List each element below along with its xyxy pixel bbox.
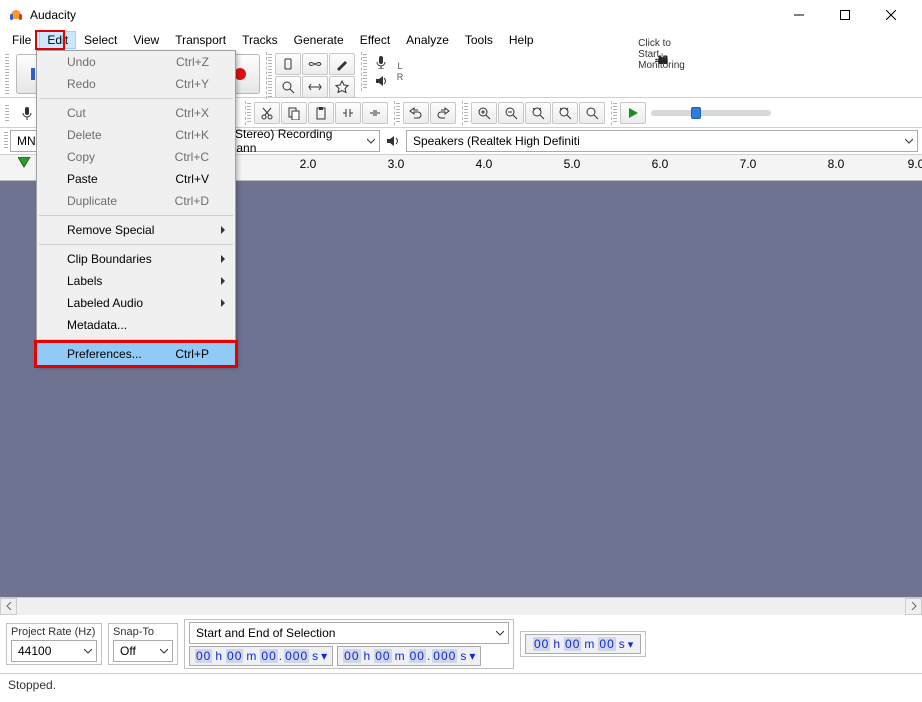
zoom-in-button[interactable]: [471, 102, 497, 124]
project-rate-combo[interactable]: 44100: [11, 640, 97, 662]
titlebar: Audacity: [0, 0, 922, 30]
menu-generate[interactable]: Generate: [286, 31, 352, 49]
timeshift-tool-button[interactable]: [302, 76, 328, 98]
play-at-speed-button[interactable]: [620, 102, 646, 124]
snap-to-combo[interactable]: Off: [113, 640, 173, 662]
fit-selection-button[interactable]: [525, 102, 551, 124]
trim-button[interactable]: [335, 102, 361, 124]
chevron-right-icon: [219, 274, 227, 288]
selection-tool-button[interactable]: [275, 53, 301, 75]
paste-button[interactable]: [308, 102, 334, 124]
copy-button[interactable]: [281, 102, 307, 124]
app-icon: [8, 7, 24, 23]
selection-panel: Start and End of Selection 00h00m00.000s…: [184, 619, 514, 669]
menu-view[interactable]: View: [125, 31, 167, 49]
cut-button[interactable]: [254, 102, 280, 124]
meter-l-label: L: [395, 61, 405, 71]
menu-item-copy[interactable]: CopyCtrl+C: [37, 146, 235, 168]
menu-help[interactable]: Help: [501, 31, 542, 49]
minimize-button[interactable]: [776, 0, 822, 30]
project-rate-label: Project Rate (Hz): [11, 626, 97, 638]
record-channels-combo[interactable]: 2 (Stereo) Recording Chann: [214, 130, 380, 152]
menu-item-paste[interactable]: PasteCtrl+V: [37, 168, 235, 190]
chevron-right-icon: [219, 296, 227, 310]
meter-r-label: R: [395, 72, 405, 82]
play-meter[interactable]: -54 -48 -42 -36 -30 -24 -18 -12 -6 0: [661, 55, 663, 57]
menubar: File Edit Select View Transport Tracks G…: [0, 30, 922, 50]
project-rate-panel: Project Rate (Hz) 44100: [6, 623, 102, 665]
mic-volume-icon: [16, 104, 38, 122]
menu-transport[interactable]: Transport: [167, 31, 234, 49]
menu-analyze[interactable]: Analyze: [398, 31, 457, 49]
audio-host-combo[interactable]: MN: [10, 130, 38, 152]
audio-position-panel: 00h00m00s▾: [520, 631, 646, 657]
menu-effect[interactable]: Effect: [352, 31, 398, 49]
selection-toolbar: Project Rate (Hz) 44100 Snap-To Off Star…: [0, 614, 922, 673]
zoom-out-button[interactable]: [498, 102, 524, 124]
menu-item-delete[interactable]: DeleteCtrl+K: [37, 124, 235, 146]
menu-item-clip-boundaries[interactable]: Clip Boundaries: [37, 248, 235, 270]
chevron-down-icon: [367, 134, 375, 148]
playback-device-combo[interactable]: Speakers (Realtek High Definiti: [406, 130, 918, 152]
menu-tracks[interactable]: Tracks: [234, 31, 286, 49]
selection-end-time[interactable]: 00h00m00.000s▾: [337, 646, 481, 666]
menu-item-redo[interactable]: RedoCtrl+Y: [37, 73, 235, 95]
redo-button[interactable]: [430, 102, 456, 124]
selection-mode-combo[interactable]: Start and End of Selection: [189, 622, 509, 644]
window-title: Audacity: [30, 8, 776, 22]
maximize-button[interactable]: [822, 0, 868, 30]
chevron-right-icon: [219, 252, 227, 266]
menu-edit[interactable]: Edit: [39, 31, 76, 49]
menu-item-metadata[interactable]: Metadata...: [37, 314, 235, 336]
selection-start-time[interactable]: 00h00m00.000s▾: [189, 646, 333, 666]
envelope-tool-button[interactable]: [302, 53, 328, 75]
menu-item-cut[interactable]: CutCtrl+X: [37, 102, 235, 124]
edit-menu-dropdown: UndoCtrl+ZRedoCtrl+Y CutCtrl+XDeleteCtrl+…: [36, 50, 236, 366]
scroll-left-button[interactable]: [0, 598, 17, 615]
menu-item-labels[interactable]: Labels: [37, 270, 235, 292]
silence-button[interactable]: [362, 102, 388, 124]
menu-item-labeled-audio[interactable]: Labeled Audio: [37, 292, 235, 314]
snap-to-panel: Snap-To Off: [108, 623, 178, 665]
undo-button[interactable]: [403, 102, 429, 124]
menu-item-undo[interactable]: UndoCtrl+Z: [37, 51, 235, 73]
draw-tool-button[interactable]: [329, 53, 355, 75]
fit-project-button[interactable]: [552, 102, 578, 124]
close-button[interactable]: [868, 0, 914, 30]
audio-position-time[interactable]: 00h00m00s▾: [525, 634, 641, 654]
chevron-right-icon: [219, 223, 227, 237]
snap-to-label: Snap-To: [113, 626, 173, 638]
zoom-tool-button[interactable]: [275, 76, 301, 98]
horizontal-scrollbar[interactable]: [0, 597, 922, 614]
statusbar: Stopped.: [0, 673, 922, 695]
playback-speaker-icon: [382, 132, 404, 150]
menu-item-remove-special[interactable]: Remove Special: [37, 219, 235, 241]
menu-file[interactable]: File: [4, 31, 39, 49]
menu-tools[interactable]: Tools: [457, 31, 501, 49]
status-text: Stopped.: [8, 678, 56, 692]
rec-meter-mic-icon[interactable]: [370, 53, 392, 71]
chevron-down-icon: [905, 134, 913, 148]
scroll-right-button[interactable]: [905, 598, 922, 615]
multi-tool-button[interactable]: [329, 76, 355, 98]
play-speed-slider[interactable]: [651, 110, 771, 116]
zoom-toggle-button[interactable]: [579, 102, 605, 124]
play-meter-speaker-icon[interactable]: [370, 72, 392, 90]
menu-item-preferences[interactable]: Preferences...Ctrl+P: [37, 343, 235, 365]
menu-select[interactable]: Select: [76, 31, 125, 49]
menu-item-duplicate[interactable]: DuplicateCtrl+D: [37, 190, 235, 212]
